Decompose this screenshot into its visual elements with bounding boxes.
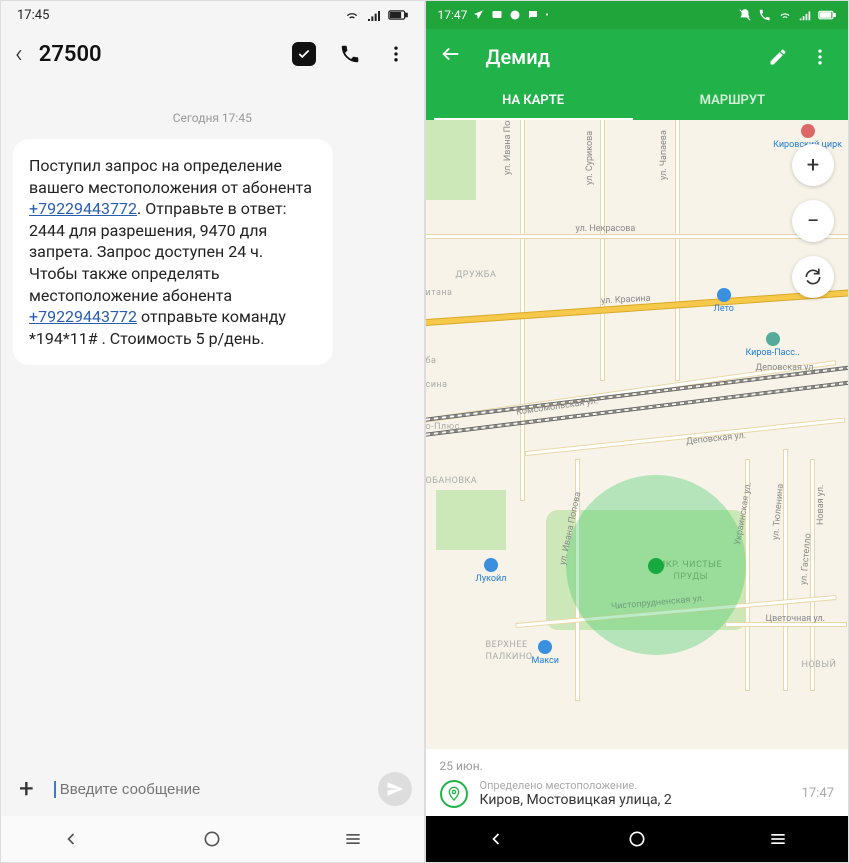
poi-leto[interactable]: Лето [714,288,734,314]
refresh-button[interactable] [792,256,834,298]
location-icon [440,780,468,808]
nav-back-icon[interactable] [484,827,508,851]
status-time: 17:47 [438,8,468,22]
wifi-icon [778,8,792,22]
msg-text-3: Чтобы также определять местоположение аб… [29,264,232,305]
battery-icon [818,10,836,20]
street-label: ул. Некрасова [576,224,636,234]
location-address: Киров, Мостовицкая улица, 2 [480,792,790,808]
nav-back-icon[interactable] [59,827,83,851]
attach-button[interactable]: + [13,774,40,804]
poi-station[interactable]: Киров-Пасс.. [746,332,800,358]
poi-lukoil[interactable]: Лукойл [476,558,507,584]
tab-route[interactable]: МАРШРУТ [633,81,832,120]
message-input[interactable] [54,781,364,798]
poi-label: Макси [532,656,559,666]
road [676,120,679,380]
send-button[interactable] [378,772,412,806]
call-button[interactable] [338,42,362,66]
locator-app-screen: 17:47 • Демид [425,0,849,863]
phone-link-1[interactable]: +79229443772 [29,199,137,218]
verified-badge-icon[interactable] [292,42,316,66]
back-button[interactable] [434,43,468,71]
district-label: НОВЫЙ [802,660,837,670]
nav-recents-icon[interactable] [766,827,790,851]
more-menu-button[interactable] [808,45,832,69]
signal-icon [798,8,812,22]
message-timestamp: Сегодня 17:45 [13,111,412,125]
road [426,235,849,238]
sms-header: ‹ 27500 [1,29,424,83]
map-view[interactable]: ул. Некрасова ул. Красина Комсомольская … [426,120,849,749]
street-label: ул. Сурикова [585,131,595,185]
call-status-icon [758,8,772,22]
location-time: 17:47 [802,786,834,801]
back-button[interactable]: ‹ [11,39,27,69]
district-label: ДРУЖБА [456,270,497,280]
message-composer: + [1,762,424,816]
mute-icon [738,8,752,22]
more-menu-button[interactable] [384,42,408,66]
system-nav-bar [426,816,849,862]
chat-icon [491,9,503,21]
tab-map[interactable]: НА КАРТЕ [434,81,633,120]
road [811,460,814,690]
street-label: ул. Ивана Попова [503,120,513,175]
status-bar: 17:47 • [426,1,849,29]
district-label: итана [426,288,453,298]
poi-label: Киров-Пасс.. [746,348,800,358]
status-icons [344,7,408,23]
wifi-icon [344,7,360,23]
contact-name[interactable]: Демид [486,45,749,69]
poi-label: Лето [714,304,734,314]
location-status: Определено местоположение. [480,779,790,792]
railway [426,349,849,425]
edit-button[interactable] [766,45,790,69]
district-label: сина [426,380,448,390]
status-bar: 17:45 [1,1,424,29]
district-label: о-Плюс [426,422,460,432]
nav-recents-icon[interactable] [341,827,365,851]
district-label: ОБАНОВКА [426,476,478,486]
telegram-icon [473,9,485,21]
message-icon [527,9,539,21]
msg-text-1: Поступил запрос на определение вашего ме… [29,156,312,197]
street-label: Деповская ул. [756,363,816,373]
park-area [426,120,476,200]
system-nav-bar [1,816,424,862]
sms-app-screen: 17:45 ‹ 27500 Сегодня 17:45 Поступил зап… [0,0,425,863]
poi-maxi[interactable]: Макси [532,640,559,666]
park-area [436,490,506,550]
zoom-in-button[interactable]: + [792,144,834,186]
road [521,120,524,500]
status-time: 17:45 [17,8,49,23]
location-card[interactable]: 25 июн. Определено местоположение. Киров… [426,749,849,816]
skype-icon [509,9,521,21]
nav-home-icon[interactable] [625,827,649,851]
locator-header: Демид НА КАРТЕ МАРШРУТ [426,29,849,120]
conversation-title[interactable]: 27500 [39,42,292,67]
poi-label: Лукойл [476,574,507,584]
district-label: ВЕРХНЕЕ [486,640,528,650]
street-label: ул. Чапаева [659,130,669,180]
phone-link-2[interactable]: +79229443772 [29,307,137,326]
battery-icon [388,9,408,21]
conversation-body[interactable]: Сегодня 17:45 Поступил запрос на определ… [1,83,424,762]
location-date: 25 июн. [440,759,835,773]
street-label: Новая ул. [816,485,826,525]
tabs: НА КАРТЕ МАРШРУТ [434,81,833,120]
signal-icon [366,7,382,23]
street-label: Цветочная ул. [766,614,826,624]
nav-home-icon[interactable] [200,827,224,851]
incoming-message-bubble[interactable]: Поступил запрос на определение вашего ме… [13,139,333,365]
location-pin[interactable] [648,558,664,574]
ellipsis-icon: • [545,10,548,21]
road [601,120,604,380]
map-controls: + − [792,144,834,298]
zoom-out-button[interactable]: − [792,200,834,242]
district-label: ба [426,356,437,366]
district-label: ПАЛКИНО [486,652,533,662]
